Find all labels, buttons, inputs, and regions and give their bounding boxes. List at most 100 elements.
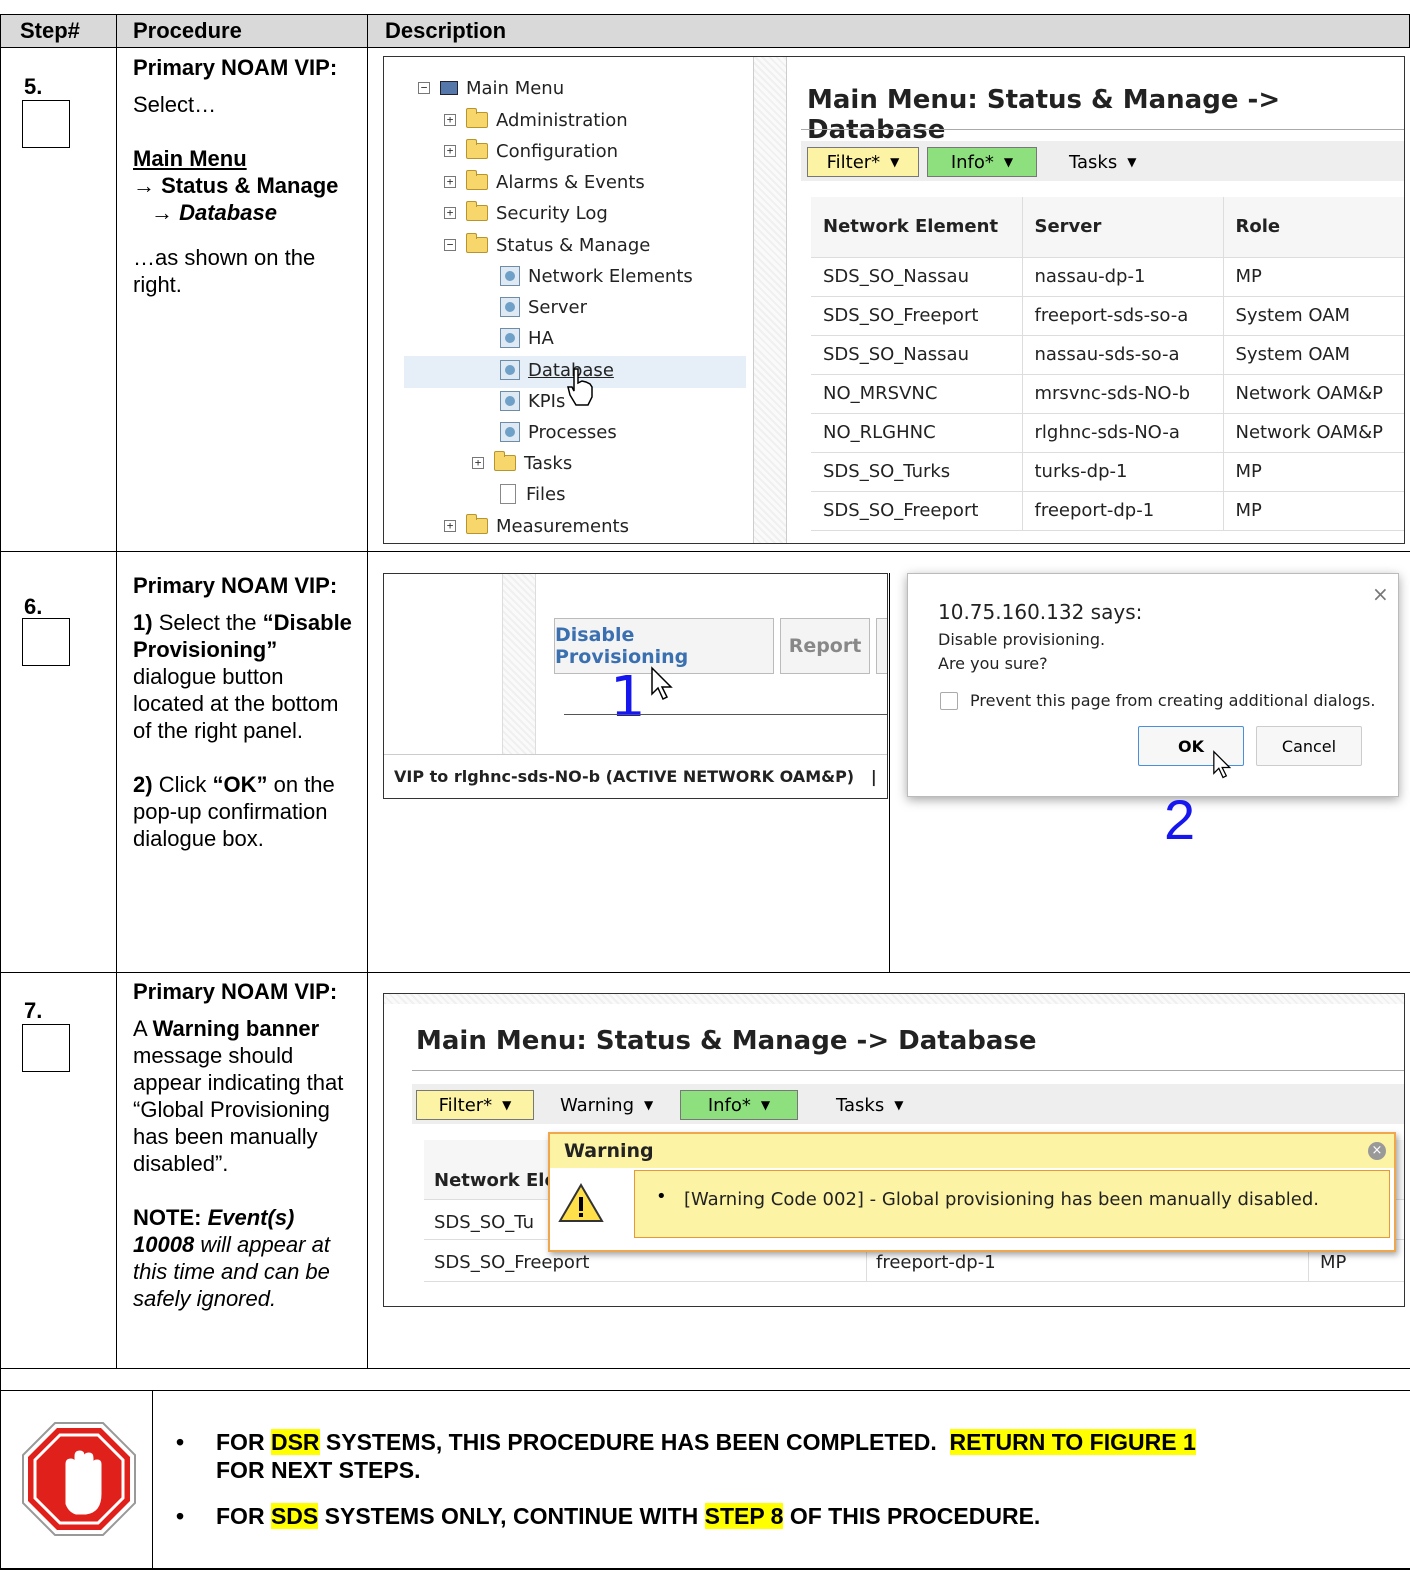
- stop-highlight: RETURN TO FIGURE 1: [949, 1429, 1196, 1455]
- grid-line: [0, 14, 1, 1570]
- report-button[interactable]: Report: [780, 618, 870, 674]
- col-server[interactable]: Server: [1022, 197, 1224, 258]
- info-button[interactable]: Info* ▼: [680, 1090, 798, 1120]
- tree-item-server[interactable]: Server: [500, 292, 587, 322]
- stop-text: SYSTEMS, THIS PROCEDURE HAS BEEN COMPLET…: [319, 1429, 950, 1455]
- cell: MP: [1223, 491, 1404, 531]
- collapse-icon[interactable]: −: [418, 82, 430, 94]
- header-step: Step#: [20, 18, 80, 43]
- tree-item-status-manage[interactable]: − Status & Manage: [444, 230, 650, 260]
- folder-icon: [466, 108, 488, 128]
- vip-status-text: VIP to rlghnc-sds-NO-b (ACTIVE NETWORK O…: [394, 767, 888, 786]
- stop-text: OF THIS PROCEDURE.: [783, 1503, 1041, 1529]
- tree-item-processes[interactable]: Processes: [500, 417, 617, 447]
- prevent-checkbox[interactable]: [940, 692, 958, 710]
- tree-label: Server: [528, 296, 588, 318]
- cancel-label: Cancel: [1281, 736, 1337, 756]
- tasks-menu[interactable]: Tasks ▼: [1069, 147, 1136, 177]
- tasks-menu[interactable]: Tasks ▼: [836, 1090, 903, 1120]
- tree-item-alarms[interactable]: + Alarms & Events: [444, 167, 645, 197]
- step-checkbox[interactable]: [22, 100, 70, 148]
- folder-icon: [466, 201, 488, 221]
- col-role[interactable]: Role: [1223, 197, 1404, 258]
- table-row[interactable]: SDS_SO_Nassau nassau-sds-so-a System OAM: [811, 335, 1404, 375]
- grid-line: [0, 1390, 1410, 1391]
- stop-hand-icon: [22, 1422, 136, 1536]
- close-icon[interactable]: ×: [1372, 582, 1389, 606]
- table-row[interactable]: SDS_SO_Nassau nassau-dp-1 MP: [811, 257, 1404, 297]
- stop-text: FOR: [216, 1503, 271, 1529]
- row-cell: SDS_SO_Freeport: [434, 1252, 590, 1273]
- tree-item-files[interactable]: Files: [500, 479, 566, 509]
- tree-item-configuration[interactable]: + Configuration: [444, 136, 618, 166]
- close-icon[interactable]: ×: [1368, 1142, 1386, 1160]
- tree-item-database[interactable]: Database: [500, 355, 614, 385]
- chevron-down-icon: ▼: [894, 1098, 904, 1112]
- step-number: 7.: [24, 998, 43, 1023]
- tasks-label: Tasks: [1069, 151, 1118, 173]
- proc-bold: Warning banner: [152, 1016, 320, 1041]
- grid-line: [367, 14, 368, 1368]
- expand-icon[interactable]: +: [444, 207, 456, 219]
- ok-label: OK: [1178, 736, 1204, 756]
- dialog-line1: Disable provisioning.: [938, 630, 1106, 649]
- cell: turks-dp-1: [1022, 452, 1224, 492]
- proc-shown: …as shown on the right.: [133, 245, 316, 297]
- expand-icon[interactable]: +: [444, 114, 456, 126]
- info-button[interactable]: Info* ▼: [927, 147, 1037, 177]
- menu-path-status: → Status & Manage: [133, 173, 339, 198]
- cancel-button[interactable]: Cancel: [1256, 726, 1362, 766]
- step-checkbox[interactable]: [22, 618, 70, 666]
- chevron-down-icon: ▼: [1003, 155, 1014, 169]
- warning-bullet: •: [656, 1186, 667, 1207]
- table-row[interactable]: SDS_SO_Freeport freeport-dp-1 MP: [811, 491, 1404, 531]
- panel-divider: [502, 574, 536, 754]
- warning-menu[interactable]: Warning ▼: [560, 1090, 653, 1120]
- step-number: 5.: [24, 74, 43, 99]
- menu-path-database: → Database: [151, 200, 277, 225]
- page-icon: [500, 328, 520, 348]
- table-row[interactable]: SDS_SO_Turks turks-dp-1 MP: [811, 452, 1404, 492]
- grid-line: [152, 1390, 153, 1570]
- table-row[interactable]: NO_MRSVNC mrsvnc-sds-NO-b Network OAM&P: [811, 374, 1404, 414]
- tree-label: HA: [528, 327, 554, 349]
- expand-icon[interactable]: +: [444, 520, 456, 532]
- stop-line-2: • FOR SDS SYSTEMS ONLY, CONTINUE WITH ST…: [176, 1502, 1366, 1530]
- warning-banner: Warning × • [Warning Code 002] - Global …: [548, 1132, 1396, 1252]
- table-row[interactable]: NO_RLGHNC rlghnc-sds-NO-a Network OAM&P: [811, 413, 1404, 453]
- bullet: •: [176, 1503, 185, 1529]
- expand-icon[interactable]: +: [444, 176, 456, 188]
- partial-button: [876, 618, 887, 674]
- tree-item-tasks[interactable]: + Tasks: [472, 448, 572, 478]
- filter-label: Filter*: [438, 1094, 493, 1116]
- tree-item-measurements[interactable]: + Measurements: [444, 511, 629, 541]
- proc-text: message should appear indicating that “G…: [133, 1043, 344, 1176]
- prevent-label: Prevent this page from creating addition…: [970, 691, 1376, 710]
- grid-line: [0, 1368, 1410, 1369]
- tree-root[interactable]: − Main Menu: [418, 73, 564, 103]
- expand-icon[interactable]: +: [444, 145, 456, 157]
- filter-button[interactable]: Filter* ▼: [416, 1090, 534, 1120]
- cell: SDS_SO_Freeport: [811, 296, 1023, 336]
- cell: freeport-dp-1: [1022, 491, 1224, 531]
- cell: System OAM: [1223, 296, 1404, 336]
- table-row[interactable]: SDS_SO_Freeport freeport-sds-so-a System O…: [811, 296, 1404, 336]
- tree-item-administration[interactable]: + Administration: [444, 105, 628, 135]
- tree-item-security-log[interactable]: + Security Log: [444, 198, 608, 228]
- step-checkbox[interactable]: [22, 1024, 70, 1072]
- cell: rlghnc-sds-NO-a: [1022, 413, 1224, 453]
- step7-procedure: Primary NOAM VIP: A Warning banner messa…: [133, 978, 361, 1312]
- expand-icon[interactable]: +: [472, 457, 484, 469]
- cell: SDS_SO_Nassau: [811, 335, 1023, 375]
- stop-highlight: DSR: [270, 1429, 320, 1455]
- tree-item-network-elements[interactable]: Network Elements: [500, 261, 693, 291]
- col-network-element[interactable]: Network Element: [811, 197, 1023, 258]
- page-icon: [500, 360, 520, 380]
- filter-button[interactable]: Filter* ▼: [807, 147, 919, 177]
- warning-banner-title: Warning: [564, 1140, 654, 1162]
- grid-line: [116, 14, 117, 1368]
- col-network-element[interactable]: Network Ele: [434, 1170, 557, 1191]
- collapse-icon[interactable]: −: [444, 239, 456, 251]
- tree-item-ha[interactable]: HA: [500, 323, 554, 353]
- tree-item-kpis[interactable]: KPIs: [500, 386, 565, 416]
